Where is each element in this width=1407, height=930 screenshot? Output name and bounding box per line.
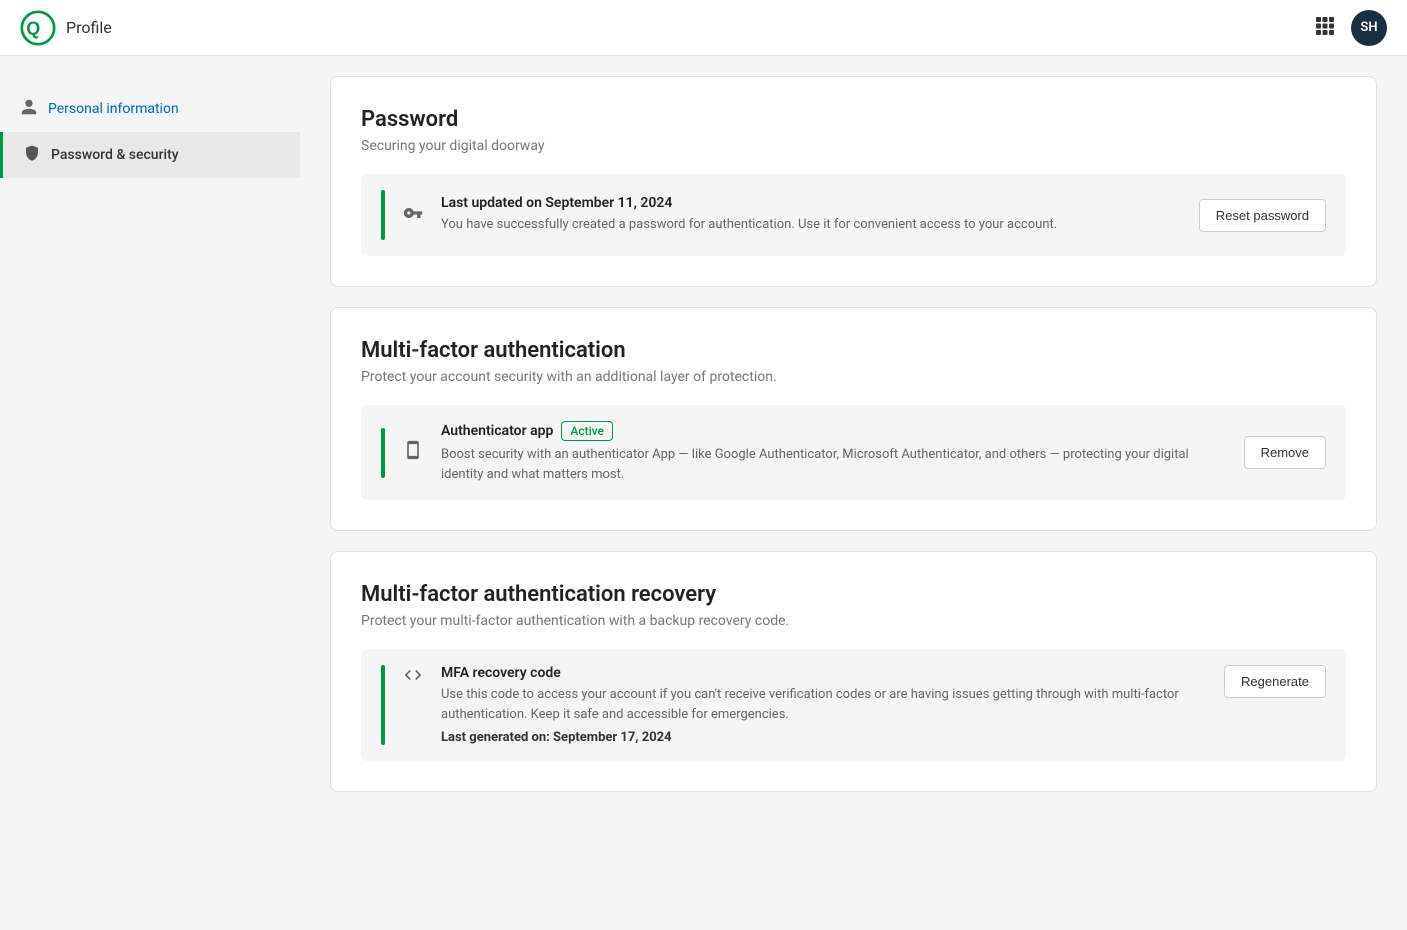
password-item-desc: You have successfully created a password… bbox=[441, 215, 1183, 235]
main-content: Password Securing your digital doorway L… bbox=[300, 56, 1407, 874]
mfa-recovery-card: Multi-factor authentication recovery Pro… bbox=[330, 551, 1377, 792]
sidebar-item-personal-information[interactable]: Personal information bbox=[0, 86, 300, 132]
header: Q Profile SH bbox=[0, 0, 1407, 56]
mfa-card-title: Multi-factor authentication bbox=[361, 338, 1346, 363]
mfa-recovery-card-subtitle: Protect your multi-factor authentication… bbox=[361, 613, 1346, 629]
password-card: Password Securing your digital doorway L… bbox=[330, 76, 1377, 287]
mfa-recovery-item-desc: Use this code to access your account if … bbox=[441, 685, 1208, 724]
password-card-subtitle: Securing your digital doorway bbox=[361, 138, 1346, 154]
phone-icon bbox=[401, 440, 425, 465]
remove-mfa-button[interactable]: Remove bbox=[1244, 436, 1326, 469]
green-bar-recovery bbox=[381, 665, 385, 745]
key-icon bbox=[401, 203, 425, 228]
qlik-logo-icon: Q bbox=[20, 10, 56, 46]
app-title: Profile bbox=[66, 18, 112, 37]
green-bar-mfa bbox=[381, 428, 385, 478]
mfa-item-content: Authenticator app Active Boost security … bbox=[441, 421, 1228, 484]
mfa-recovery-item-title: MFA recovery code bbox=[441, 665, 1208, 681]
password-item-row: Last updated on September 11, 2024 You h… bbox=[361, 174, 1346, 256]
shield-icon bbox=[23, 144, 41, 166]
mfa-item-row: Authenticator app Active Boost security … bbox=[361, 405, 1346, 500]
password-card-title: Password bbox=[361, 107, 1346, 132]
sidebar-password-label: Password & security bbox=[51, 147, 179, 163]
password-item-title: Last updated on September 11, 2024 bbox=[441, 195, 1183, 211]
sidebar: Personal information Password & security bbox=[0, 56, 300, 874]
header-right: SH bbox=[1315, 10, 1387, 46]
header-left: Q Profile bbox=[20, 10, 112, 46]
mfa-item-desc: Boost security with an authenticator App… bbox=[441, 445, 1228, 484]
regenerate-button[interactable]: Regenerate bbox=[1224, 665, 1326, 698]
active-badge: Active bbox=[561, 421, 613, 441]
person-icon bbox=[20, 98, 38, 120]
mfa-recovery-card-title: Multi-factor authentication recovery bbox=[361, 582, 1346, 607]
mfa-recovery-item-content: MFA recovery code Use this code to acces… bbox=[441, 665, 1208, 745]
mfa-recovery-item-row: MFA recovery code Use this code to acces… bbox=[361, 649, 1346, 761]
reset-password-button[interactable]: Reset password bbox=[1199, 199, 1326, 232]
password-item-content: Last updated on September 11, 2024 You h… bbox=[441, 195, 1183, 235]
last-generated-label: Last generated on: September 17, 2024 bbox=[441, 730, 1208, 745]
main-layout: Personal information Password & security… bbox=[0, 56, 1407, 874]
sidebar-item-password-security[interactable]: Password & security bbox=[0, 132, 300, 178]
grid-icon[interactable] bbox=[1315, 16, 1335, 40]
mfa-item-title: Authenticator app Active bbox=[441, 421, 1228, 441]
mfa-card-subtitle: Protect your account security with an ad… bbox=[361, 369, 1346, 385]
sidebar-personal-label: Personal information bbox=[48, 101, 179, 117]
qlik-logo: Q bbox=[20, 10, 56, 46]
mfa-card: Multi-factor authentication Protect your… bbox=[330, 307, 1377, 531]
code-icon bbox=[401, 665, 425, 690]
svg-text:Q: Q bbox=[26, 18, 40, 38]
avatar[interactable]: SH bbox=[1351, 10, 1387, 46]
green-bar-password bbox=[381, 190, 385, 240]
